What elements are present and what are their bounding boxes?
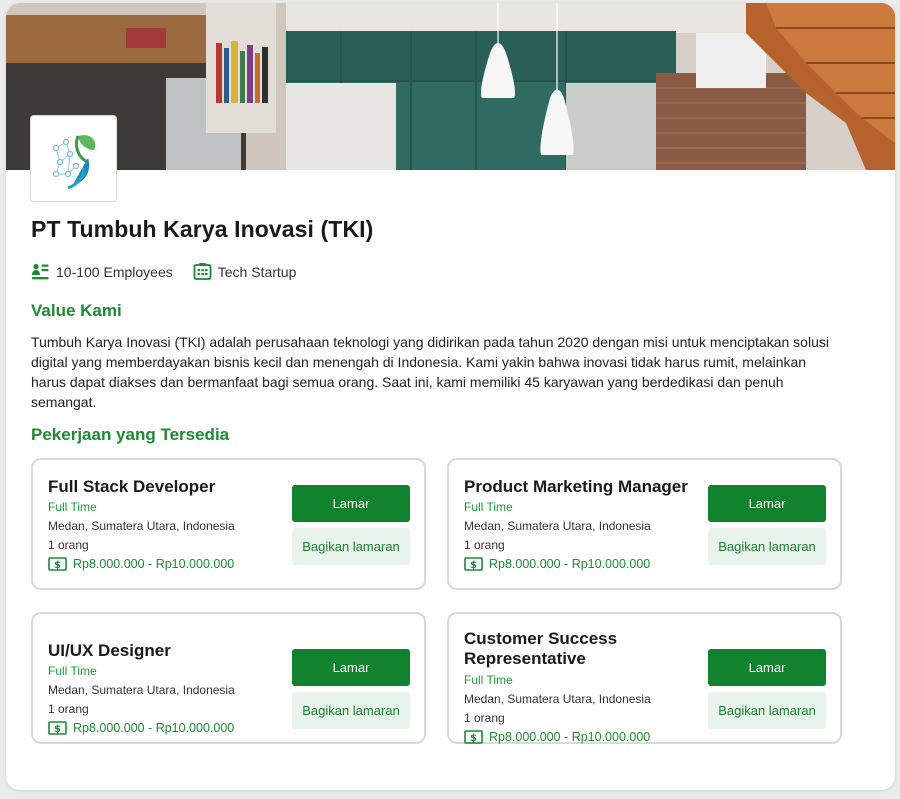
industry: Tech Startup <box>193 262 297 281</box>
jobs-section-title: Pekerjaan yang Tersedia <box>31 425 230 444</box>
job-type: Full Time <box>48 664 97 678</box>
apply-button[interactable]: Lamar <box>292 649 410 686</box>
employees-icon <box>31 262 50 281</box>
share-application-button[interactable]: Bagikan lamaran <box>292 692 410 729</box>
job-salary: $ Rp8.000.000 - Rp10.000.000 <box>464 730 650 744</box>
share-application-button[interactable]: Bagikan lamaran <box>708 692 826 729</box>
svg-text:$: $ <box>470 560 477 571</box>
job-title: Product Marketing Manager <box>464 477 688 496</box>
job-card: UI/UX Designer Full Time Medan, Sumatera… <box>31 612 426 744</box>
company-logo <box>30 115 117 202</box>
job-type: Full Time <box>48 500 97 514</box>
industry-text: Tech Startup <box>217 263 297 280</box>
job-openings: 1 orang <box>48 702 89 716</box>
cover-image <box>6 3 895 170</box>
svg-text:$: $ <box>470 733 477 744</box>
svg-text:$: $ <box>54 560 61 571</box>
building-icon <box>193 262 212 281</box>
apply-button[interactable]: Lamar <box>708 649 826 686</box>
job-salary-text: Rp8.000.000 - Rp10.000.000 <box>73 721 235 735</box>
job-location: Medan, Sumatera Utara, Indonesia <box>48 683 235 697</box>
job-salary-text: Rp8.000.000 - Rp10.000.000 <box>73 557 235 571</box>
job-card: Product Marketing Manager Full Time Meda… <box>447 458 842 590</box>
svg-text:$: $ <box>54 724 61 735</box>
job-type: Full Time <box>464 673 513 687</box>
job-salary: $ Rp8.000.000 - Rp10.000.000 <box>48 721 234 735</box>
company-name: PT Tumbuh Karya Inovasi (TKI) <box>31 216 374 242</box>
job-salary: $ Rp8.000.000 - Rp10.000.000 <box>464 557 650 571</box>
job-salary-text: Rp8.000.000 - Rp10.000.000 <box>489 730 651 744</box>
leaf-network-logo-icon <box>52 134 95 189</box>
company-meta: 10-100 Employees Tech Startup <box>31 262 316 281</box>
apply-button[interactable]: Lamar <box>708 485 826 522</box>
job-title: UI/UX Designer <box>48 641 171 660</box>
cash-icon: $ <box>48 557 67 571</box>
job-title: Customer Success Representative <box>464 629 618 668</box>
value-section-title: Value Kami <box>31 301 122 320</box>
employee-count-text: 10-100 Employees <box>56 263 173 280</box>
share-application-button[interactable]: Bagikan lamaran <box>708 528 826 565</box>
cash-icon: $ <box>464 557 483 571</box>
company-description: Tumbuh Karya Inovasi (TKI) adalah perusa… <box>31 334 829 410</box>
job-openings: 1 orang <box>464 538 505 552</box>
job-location: Medan, Sumatera Utara, Indonesia <box>48 519 235 533</box>
job-type: Full Time <box>464 500 513 514</box>
job-salary: $ Rp8.000.000 - Rp10.000.000 <box>48 557 234 571</box>
job-salary-text: Rp8.000.000 - Rp10.000.000 <box>489 557 651 571</box>
job-location: Medan, Sumatera Utara, Indonesia <box>464 692 651 706</box>
apply-button[interactable]: Lamar <box>292 485 410 522</box>
cash-icon: $ <box>48 721 67 735</box>
employee-count: 10-100 Employees <box>31 262 173 281</box>
job-location: Medan, Sumatera Utara, Indonesia <box>464 519 651 533</box>
job-card: Full Stack Developer Full Time Medan, Su… <box>31 458 426 590</box>
job-title: Full Stack Developer <box>48 477 216 496</box>
company-profile-card: PT Tumbuh Karya Inovasi (TKI) 10-100 Emp… <box>6 3 895 790</box>
cash-icon: $ <box>464 730 483 744</box>
job-openings: 1 orang <box>464 711 505 725</box>
job-card: Customer Success Representative Full Tim… <box>447 612 842 744</box>
job-openings: 1 orang <box>48 538 89 552</box>
share-application-button[interactable]: Bagikan lamaran <box>292 528 410 565</box>
